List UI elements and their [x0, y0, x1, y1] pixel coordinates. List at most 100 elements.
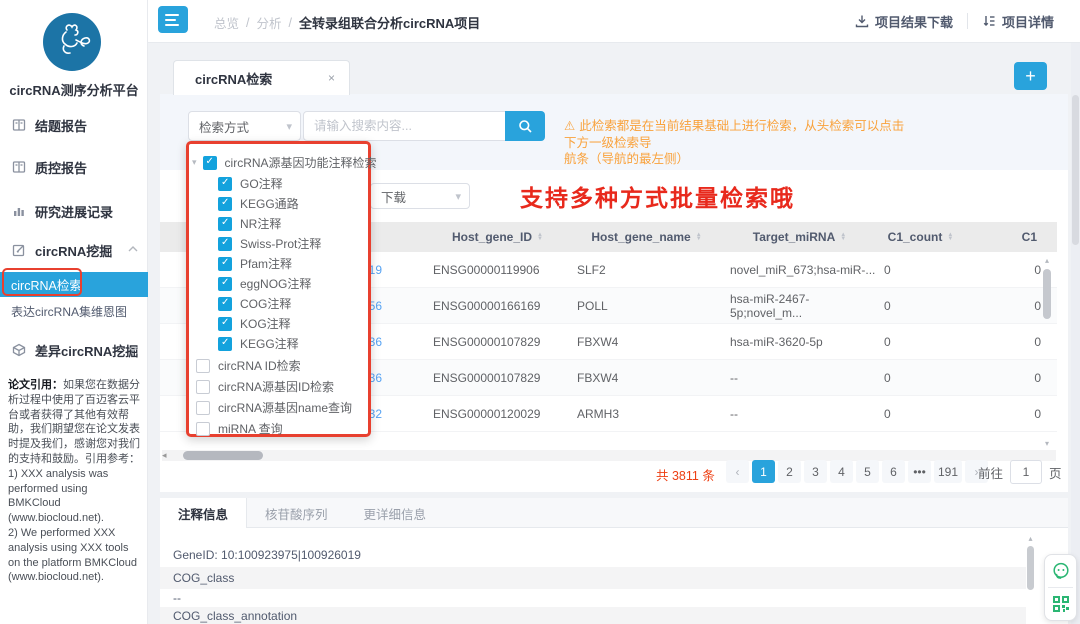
collapse-menu-button[interactable] [158, 6, 188, 33]
qr-code-icon [1052, 595, 1070, 613]
col-host-gene-name[interactable]: Host_gene_name▲▼ [570, 230, 723, 244]
dropdown-option[interactable]: circRNA ID检索 [196, 357, 301, 374]
page-button-4[interactable]: 4 [830, 460, 853, 483]
platform-title: circRNA测序分析平台 [0, 80, 148, 99]
page-button-5[interactable]: 5 [856, 460, 879, 483]
search-input[interactable] [303, 111, 506, 141]
sidebar-item-label: 结题报告 [35, 116, 87, 135]
pagination-total: 共 3811 条 [656, 465, 715, 484]
tree-caret-icon[interactable]: ▾ [192, 157, 197, 168]
qr-code-button[interactable] [1045, 588, 1076, 620]
page-button-3[interactable]: 3 [804, 460, 827, 483]
dropdown-option[interactable]: COG注释 [218, 295, 291, 312]
dropdown-option[interactable]: circRNA源基因ID检索 [196, 378, 334, 395]
sidebar-item-venn[interactable]: 表达circRNA集维恩图 [11, 303, 127, 320]
citation-note: 论文引用：如果您在数据分析过程中使用了百迈客云平台或者获得了其他有效帮助，我们期… [8, 378, 143, 585]
checkbox-checked-icon[interactable] [218, 197, 232, 211]
host-gene-id-cell: ENSG00000107829 [425, 335, 570, 349]
col-host-gene-id[interactable]: Host_gene_ID▲▼ [425, 230, 570, 244]
project-download-button[interactable]: 项目结果下载 [841, 12, 967, 31]
sort-icon[interactable]: ▲▼ [537, 233, 543, 242]
dropdown-option-parent[interactable]: ▾ circRNA源基因功能注释检索 [192, 154, 377, 171]
checkbox-unchecked-icon[interactable] [196, 359, 210, 373]
tab-nucleotide-sequence[interactable]: 核苷酸序列 [247, 498, 346, 528]
dropdown-option-label: circRNA源基因ID检索 [218, 378, 334, 395]
sort-icon[interactable]: ▲▼ [840, 233, 846, 242]
page-ellipsis[interactable]: ••• [908, 460, 931, 483]
tab-annotation-info[interactable]: 注释信息 [160, 498, 247, 528]
detail-scrollbar[interactable]: ▴ [1026, 534, 1035, 622]
c1-count-cell: 0 [876, 335, 965, 349]
goto-page-input[interactable] [1010, 460, 1042, 484]
checkbox-unchecked-icon[interactable] [196, 422, 210, 436]
search-mode-select[interactable]: 检索方式 ▾ [188, 111, 301, 141]
table-vertical-scrollbar[interactable]: ▴ ▾ [1042, 256, 1052, 448]
citation-label: 论文引用： [8, 379, 63, 391]
scroll-down-icon[interactable]: ▾ [1045, 439, 1049, 448]
checkbox-checked-icon[interactable] [218, 297, 232, 311]
page-scrollbar[interactable] [1071, 43, 1080, 624]
scroll-left-icon[interactable]: ◂ [162, 450, 167, 461]
column-label: C1_count [888, 230, 943, 244]
col-target-mirna[interactable]: Target_miRNA▲▼ [723, 230, 876, 244]
project-details-label: 项目详情 [1002, 12, 1054, 31]
dropdown-option[interactable]: Swiss-Prot注释 [218, 235, 321, 252]
dropdown-option[interactable]: KOG注释 [218, 315, 291, 332]
page-button-last[interactable]: 191 [934, 460, 962, 483]
project-details-button[interactable]: 项目详情 [968, 12, 1068, 31]
checkbox-checked-icon[interactable] [218, 237, 232, 251]
dropdown-option[interactable]: GO注释 [218, 175, 283, 192]
download-select[interactable]: 下载 ▾ [370, 183, 470, 209]
add-tab-button[interactable]: + [1014, 62, 1047, 90]
sidebar-item-diff-mining[interactable]: 差异circRNA挖掘 [0, 338, 148, 362]
sidebar: circRNA测序分析平台 结题报告 质控报告 研究进展记录 circRNA挖掘… [0, 0, 148, 624]
col-c1-extra[interactable]: C1 [965, 230, 1057, 244]
page-button-6[interactable]: 6 [882, 460, 905, 483]
sort-icon[interactable]: ▲▼ [947, 233, 953, 242]
checkbox-checked-icon[interactable] [218, 257, 232, 271]
page-button-1[interactable]: 1 [752, 460, 775, 483]
breadcrumb-analysis[interactable]: 分析 [257, 13, 282, 32]
dropdown-option[interactable]: KEGG注释 [218, 335, 299, 352]
sort-icon[interactable]: ▲▼ [696, 233, 702, 242]
dropdown-option[interactable]: KEGG通路 [218, 195, 299, 212]
checkbox-checked-icon[interactable] [218, 277, 232, 291]
dropdown-option-label: circRNA ID检索 [218, 357, 301, 374]
scrollbar-thumb[interactable] [1043, 269, 1051, 319]
goto-label: 前往 [978, 463, 1003, 482]
topbar-actions: 项目结果下载 项目详情 [841, 0, 1068, 42]
dropdown-option[interactable]: circRNA源基因name查询 [196, 399, 352, 416]
checkbox-checked-icon[interactable] [218, 317, 232, 331]
dropdown-option[interactable]: NR注释 [218, 215, 281, 232]
prev-page-button[interactable]: ‹ [726, 460, 749, 483]
tab-circrna-search[interactable]: circRNA检索 × [173, 60, 350, 95]
customer-service-button[interactable] [1045, 555, 1076, 587]
scroll-up-icon[interactable]: ▴ [1045, 256, 1049, 265]
checkbox-unchecked-icon[interactable] [196, 401, 210, 415]
checkbox-checked-icon[interactable] [218, 337, 232, 351]
sidebar-item-progress[interactable]: 研究进展记录 [0, 199, 148, 223]
scroll-up-icon[interactable]: ▴ [1028, 534, 1032, 543]
dropdown-option[interactable]: eggNOG注释 [218, 275, 311, 292]
checkbox-unchecked-icon[interactable] [196, 380, 210, 394]
target-mirna-cell: novel_miR_673;hsa-miR-... [723, 263, 876, 277]
breadcrumb-overview[interactable]: 总览 [214, 13, 239, 32]
scrollbar-thumb[interactable] [183, 451, 263, 460]
checkbox-checked-icon[interactable] [203, 156, 217, 170]
sidebar-item-circrna-mining[interactable]: circRNA挖掘 [0, 238, 148, 262]
checkbox-checked-icon[interactable] [218, 217, 232, 231]
scrollbar-thumb[interactable] [1027, 546, 1034, 590]
dropdown-option[interactable]: Pfam注释 [218, 255, 292, 272]
close-tab-icon[interactable]: × [328, 71, 335, 85]
sidebar-item-qc[interactable]: 质控报告 [0, 155, 148, 179]
tab-more-details[interactable]: 更详细信息 [346, 498, 445, 528]
sidebar-item-circrna-search[interactable]: circRNA检索 [0, 272, 148, 297]
dropdown-option[interactable]: miRNA 查询 [196, 420, 283, 437]
dropdown-option-label: circRNA源基因功能注释检索 [225, 154, 377, 171]
checkbox-checked-icon[interactable] [218, 177, 232, 191]
sidebar-item-report[interactable]: 结题报告 [0, 113, 148, 137]
col-c1-count[interactable]: C1_count ▲▼ [876, 230, 965, 244]
scrollbar-thumb[interactable] [1072, 95, 1079, 245]
page-button-2[interactable]: 2 [778, 460, 801, 483]
search-button[interactable] [505, 111, 545, 141]
